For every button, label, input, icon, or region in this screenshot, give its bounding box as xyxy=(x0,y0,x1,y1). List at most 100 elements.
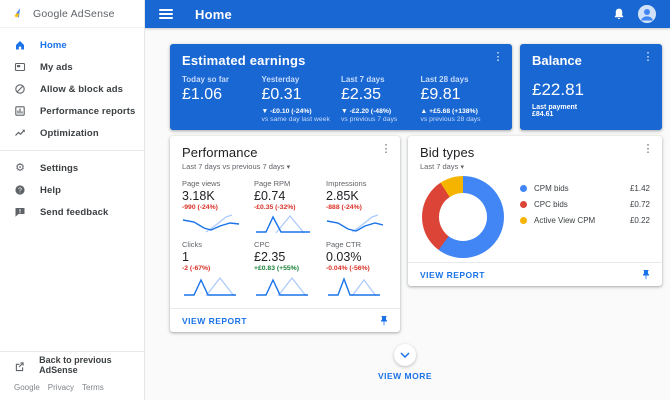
account-avatar[interactable] xyxy=(638,5,656,23)
sparkline-chart xyxy=(254,214,312,234)
metric-cpc: CPC £2.35 +£0.83 (+55%) xyxy=(254,240,316,297)
sidebar-nav: Home My ads Allow & block ads Performanc… xyxy=(0,28,144,223)
earnings-label: Yesterday xyxy=(262,75,342,84)
kebab-menu-icon[interactable]: ⋮ xyxy=(642,52,654,63)
sidebar-item-performance-reports[interactable]: Performance reports xyxy=(0,100,144,122)
sidebar-item-label: Home xyxy=(40,40,67,51)
sidebar-item-home[interactable]: Home xyxy=(0,34,144,56)
sidebar-item-my-ads[interactable]: My ads xyxy=(0,56,144,78)
card-title: Performance xyxy=(182,145,388,160)
metric-page-ctr: Page CTR 0.03% -0.04% (-56%) xyxy=(326,240,388,297)
sidebar-item-label: Help xyxy=(40,185,61,196)
back-to-previous-adsense-link[interactable]: Back to previous AdSense xyxy=(0,351,144,377)
metric-label: Page views xyxy=(182,179,244,188)
legend-item-cpc-bids: CPC bids £0.72 xyxy=(520,196,650,212)
balance-value: £22.81 xyxy=(532,80,650,100)
card-title: Bid types xyxy=(420,145,650,160)
metric-clicks: Clicks 1 -2 (-67%) xyxy=(182,240,244,297)
pin-icon[interactable] xyxy=(640,269,652,281)
legend-value: £0.72 xyxy=(630,200,650,209)
performance-metrics: Page views 3.18K -990 (-24%) Page RPM £0… xyxy=(182,179,388,297)
legend-label: CPM bids xyxy=(534,184,569,193)
kebab-menu-icon[interactable]: ⋮ xyxy=(642,144,654,155)
topbar-actions xyxy=(612,5,656,23)
sidebar-bottom: Back to previous AdSense Google Privacy … xyxy=(0,351,144,400)
metric-label: Page CTR xyxy=(326,240,388,249)
sidebar-item-optimization[interactable]: Optimization xyxy=(0,122,144,144)
sidebar-item-allow-block-ads[interactable]: Allow & block ads xyxy=(0,78,144,100)
view-more-label[interactable]: VIEW MORE xyxy=(345,371,465,381)
earnings-compare: vs previous 7 days xyxy=(341,116,421,123)
performance-footer: VIEW REPORT xyxy=(170,308,400,332)
earnings-label: Today so far xyxy=(182,75,262,84)
earnings-columns: Today so far £1.06 Yesterday £0.31 ▼ -£0… xyxy=(182,75,500,123)
legend-label: CPC bids xyxy=(534,200,568,209)
legend-dot xyxy=(520,217,527,224)
kebab-menu-icon[interactable]: ⋮ xyxy=(492,52,504,63)
footer-link-terms[interactable]: Terms xyxy=(82,383,104,392)
adsense-logo-icon xyxy=(13,7,26,20)
performance-card: Performance ⋮ Last 7 days vs previous 7 … xyxy=(170,136,400,332)
earnings-value: £9.81 xyxy=(421,86,501,104)
legend-item-active-view-cpm: Active View CPM £0.22 xyxy=(520,212,650,228)
bid-types-legend: CPM bids £1.42 CPC bids £0.72 Active Vie… xyxy=(520,180,650,228)
metric-page-rpm: Page RPM £0.74 -£0.35 (-32%) xyxy=(254,179,316,234)
metric-value: £2.35 xyxy=(254,250,316,264)
metric-change: -2 (-67%) xyxy=(182,265,244,272)
view-report-link[interactable]: VIEW REPORT xyxy=(182,316,247,326)
gear-icon: ⚙ xyxy=(14,162,26,174)
footer-link-privacy[interactable]: Privacy xyxy=(48,383,74,392)
earnings-label: Last 28 days xyxy=(421,75,501,84)
pin-icon[interactable] xyxy=(378,315,390,327)
menu-icon[interactable] xyxy=(159,9,173,19)
metric-change: -£0.35 (-32%) xyxy=(254,204,316,211)
earnings-value: £1.06 xyxy=(182,86,262,104)
date-range-selector[interactable]: Last 7 days vs previous 7 days ▾ xyxy=(182,162,388,171)
legend-dot xyxy=(520,185,527,192)
metric-label: CPC xyxy=(254,240,316,249)
bid-types-card: Bid types ⋮ Last 7 days ▾ CPM bids £1.42… xyxy=(408,136,662,286)
metric-label: Impressions xyxy=(326,179,388,188)
view-report-link[interactable]: VIEW REPORT xyxy=(420,270,485,280)
sidebar-item-send-feedback[interactable]: Send feedback xyxy=(0,201,144,223)
earnings-value: £0.31 xyxy=(262,86,342,104)
bar-chart-icon xyxy=(14,105,26,117)
sidebar-item-label: Settings xyxy=(40,163,78,174)
earnings-value: £2.35 xyxy=(341,86,421,104)
earnings-label: Last 7 days xyxy=(341,75,421,84)
metric-value: £0.74 xyxy=(254,189,316,203)
view-more-button[interactable] xyxy=(394,344,416,366)
sidebar-item-settings[interactable]: ⚙ Settings xyxy=(0,157,144,179)
chevron-down-icon: ▾ xyxy=(460,164,464,171)
sparkline-chart xyxy=(326,275,384,297)
sparkline-chart xyxy=(182,214,240,234)
feedback-icon xyxy=(14,206,26,218)
date-range-label: Last 7 days vs previous 7 days xyxy=(182,162,285,171)
metric-value: 3.18K xyxy=(182,189,244,203)
sparkline-chart xyxy=(326,214,384,234)
date-range-label: Last 7 days xyxy=(420,162,458,171)
topbar: Home xyxy=(145,0,670,28)
earnings-col-last-28-days: Last 28 days £9.81 ▲ +£5.68 (+138%) vs p… xyxy=(421,75,501,123)
earnings-change: ▲ +£5.68 (+138%) xyxy=(421,108,501,115)
sidebar-item-help[interactable]: ? Help xyxy=(0,179,144,201)
metric-change: +£0.83 (+55%) xyxy=(254,265,316,272)
home-icon xyxy=(14,39,26,51)
sidebar-item-label: Allow & block ads xyxy=(40,84,123,95)
footer-link-google[interactable]: Google xyxy=(14,383,40,392)
metric-value: 2.85K xyxy=(326,189,388,203)
sidebar-item-label: Send feedback xyxy=(40,207,108,218)
kebab-menu-icon[interactable]: ⋮ xyxy=(380,144,392,155)
earnings-change: ▼ -£0.10 (-24%) xyxy=(262,108,342,115)
open-in-new-icon xyxy=(14,359,25,371)
estimated-earnings-card: Estimated earnings ⋮ Today so far £1.06 … xyxy=(170,44,512,130)
card-title: Estimated earnings xyxy=(182,53,500,68)
metric-label: Page RPM xyxy=(254,179,316,188)
metric-impressions: Impressions 2.85K -888 (-24%) xyxy=(326,179,388,234)
page-title: Home xyxy=(195,7,232,22)
back-link-label: Back to previous AdSense xyxy=(39,355,144,375)
sidebar-footer: Google Privacy Terms xyxy=(0,377,144,400)
date-range-selector[interactable]: Last 7 days ▾ xyxy=(420,162,650,171)
notifications-bell-icon[interactable] xyxy=(612,7,626,21)
sparkline-chart xyxy=(182,275,240,297)
